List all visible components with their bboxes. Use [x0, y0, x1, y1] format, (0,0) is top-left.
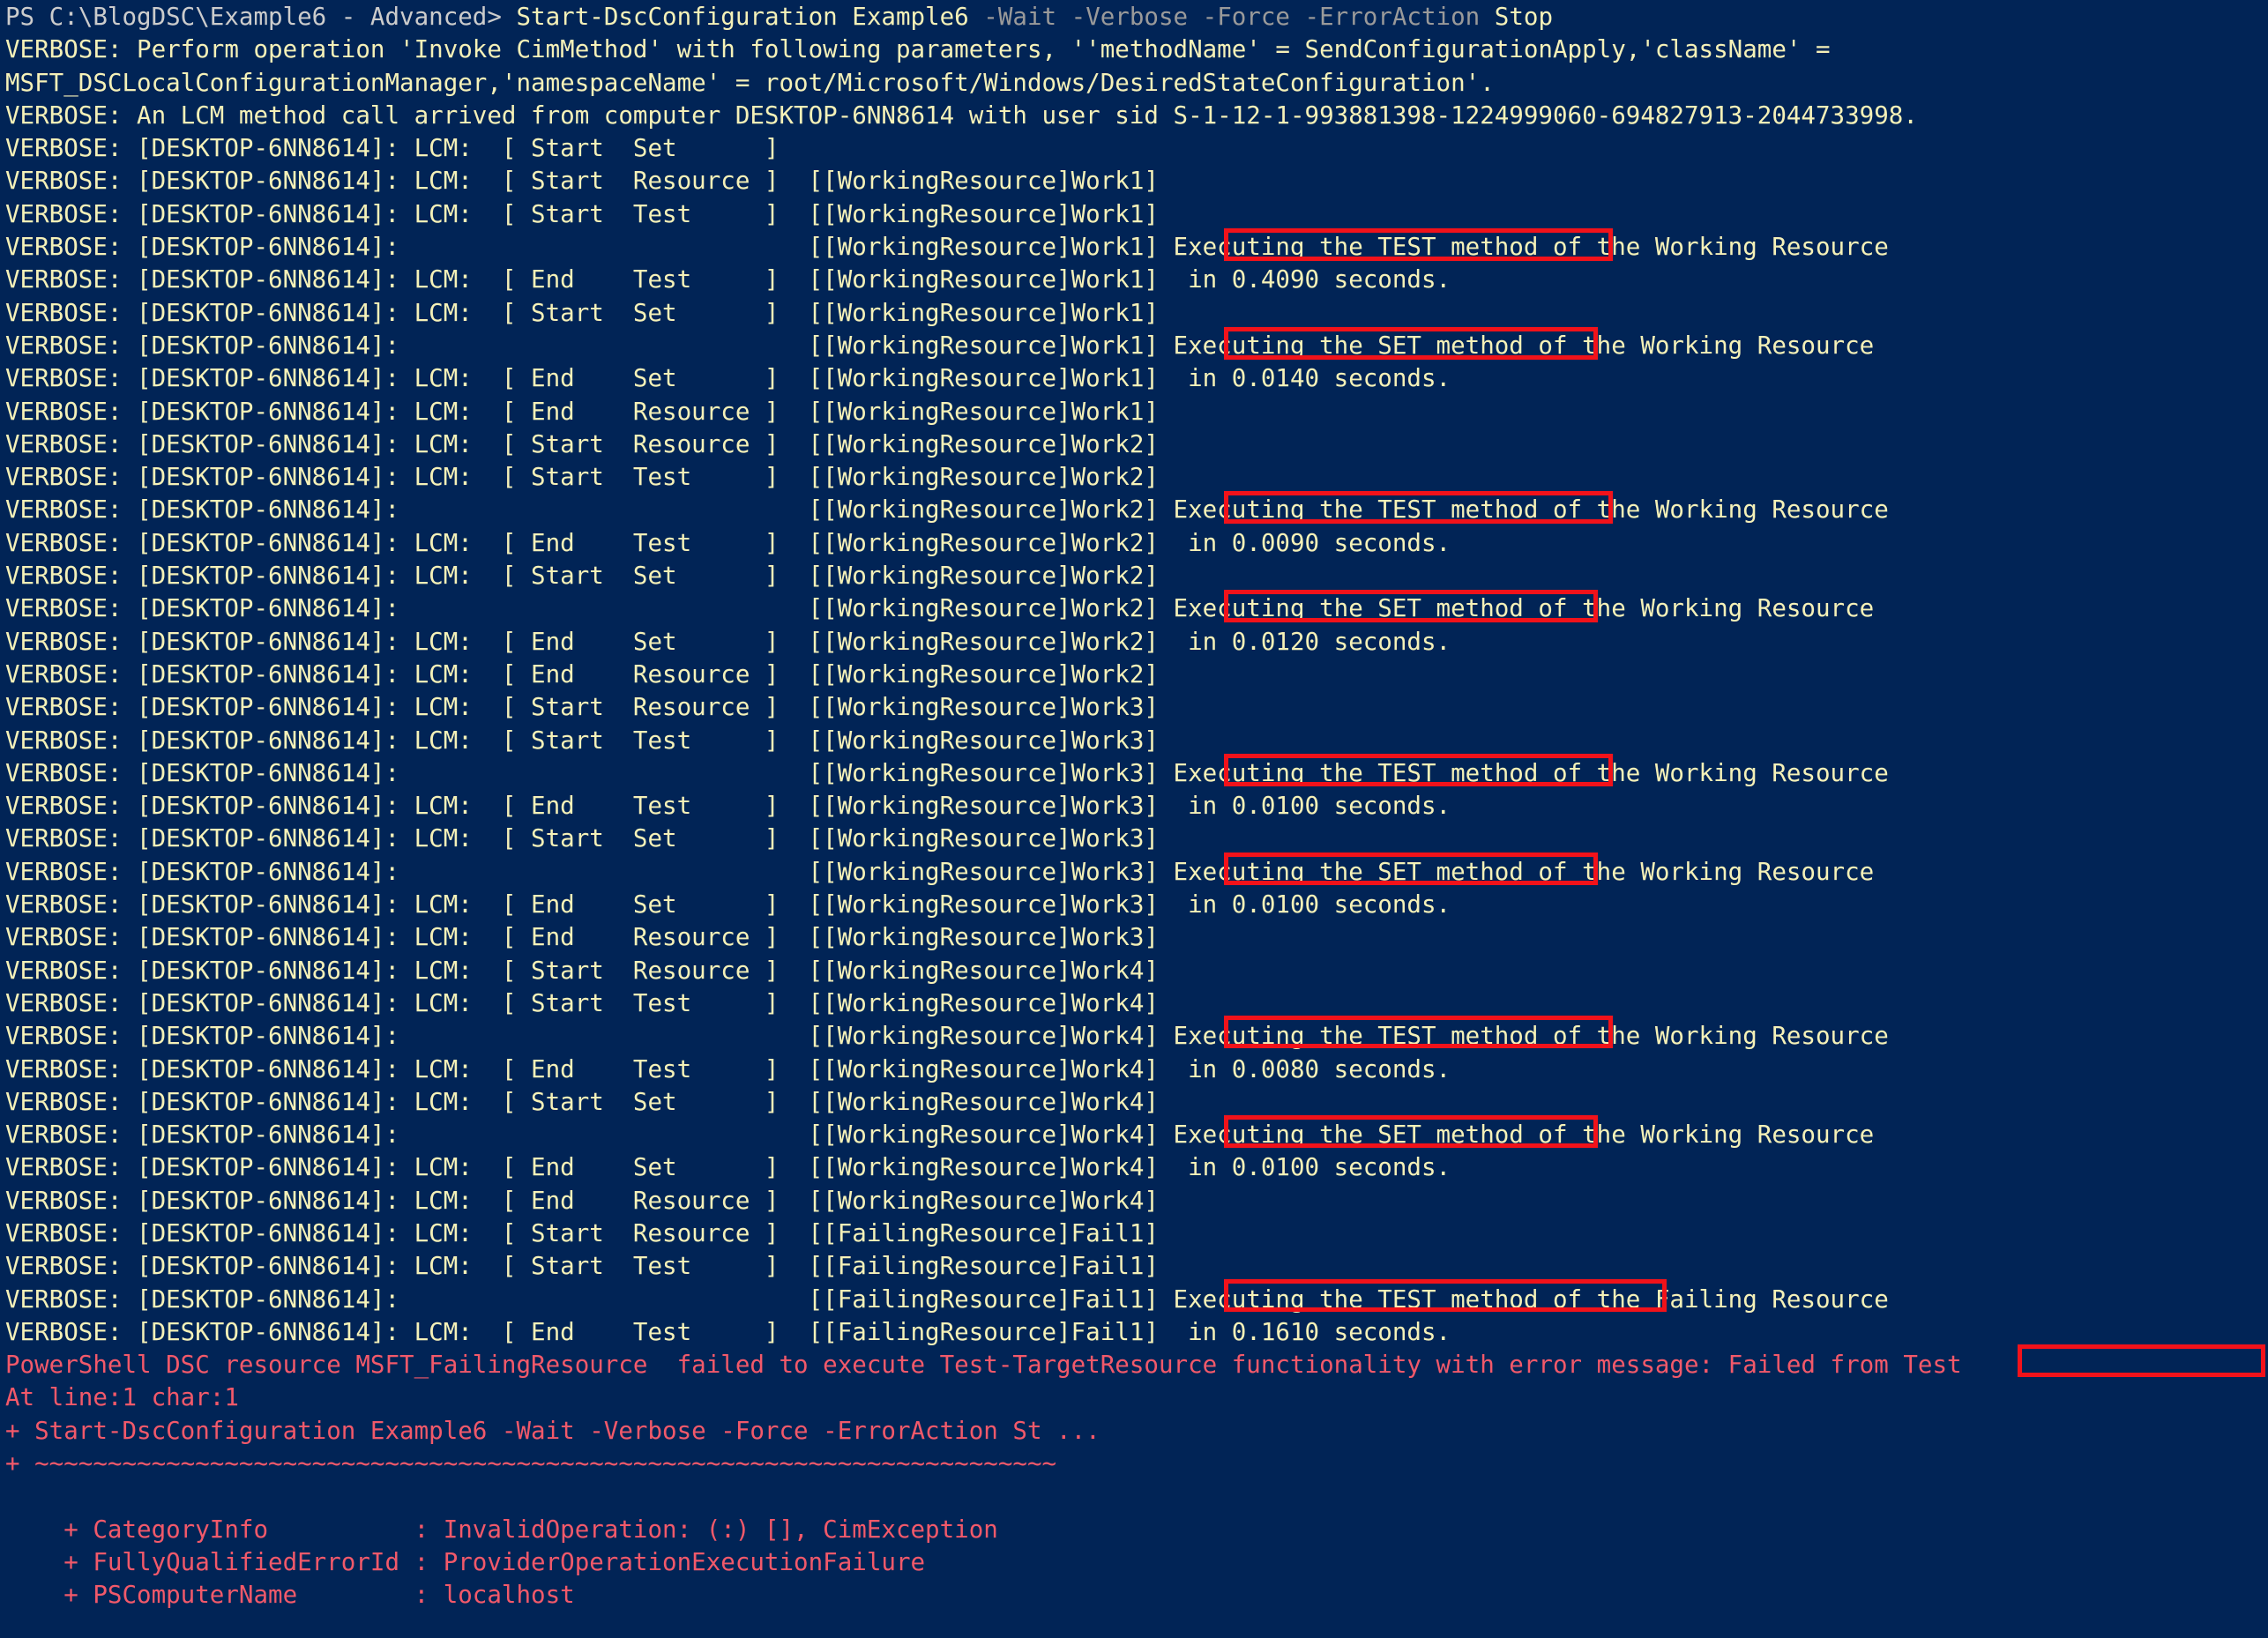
- verbose-output-line: VERBOSE: [DESKTOP-6NN8614]: LCM: [ End T…: [5, 1317, 1451, 1346]
- verbose-output-line: VERBOSE: An LCM method call arrived from…: [5, 101, 1918, 130]
- command-name: Start-DscConfiguration Example6: [516, 3, 984, 31]
- verbose-output-line: VERBOSE: [DESKTOP-6NN8614]: LCM: [ Start…: [5, 693, 1159, 722]
- verbose-output-line: VERBOSE: [DESKTOP-6NN8614]: [[WorkingRes…: [5, 594, 1875, 623]
- error-output-line: + FullyQualifiedErrorId : ProviderOperat…: [5, 1547, 926, 1576]
- verbose-output-line: VERBOSE: [DESKTOP-6NN8614]: [[WorkingRes…: [5, 857, 1875, 886]
- verbose-output-line: VERBOSE: [DESKTOP-6NN8614]: LCM: [ Start…: [5, 726, 1159, 755]
- error-output-line: + Start-DscConfiguration Example6 -Wait …: [5, 1416, 1100, 1445]
- verbose-output-line: VERBOSE: [DESKTOP-6NN8614]: LCM: [ Start…: [5, 199, 1159, 228]
- command-parameters: -Wait -Verbose -Force -ErrorAction: [983, 3, 1495, 31]
- verbose-output-line: VERBOSE: [DESKTOP-6NN8614]: LCM: [ End S…: [5, 627, 1451, 656]
- prompt-command-line: PS C:\BlogDSC\Example6 - Advanced> Start…: [5, 1, 2268, 34]
- verbose-output-line: VERBOSE: [DESKTOP-6NN8614]: LCM: [ Start…: [5, 988, 1159, 1017]
- verbose-output-line: VERBOSE: [DESKTOP-6NN8614]: LCM: [ Start…: [5, 1218, 1159, 1247]
- verbose-output-line: VERBOSE: [DESKTOP-6NN8614]: LCM: [ End T…: [5, 528, 1451, 557]
- verbose-output-line: VERBOSE: [DESKTOP-6NN8614]: LCM: [ Start…: [5, 824, 1159, 853]
- verbose-output-line: VERBOSE: [DESKTOP-6NN8614]: LCM: [ Start…: [5, 1087, 1159, 1116]
- verbose-output-line: VERBOSE: [DESKTOP-6NN8614]: [[WorkingRes…: [5, 331, 1875, 360]
- verbose-output-line: MSFT_DSCLocalConfigurationManager,'names…: [5, 68, 1495, 97]
- verbose-output-line: VERBOSE: [DESKTOP-6NN8614]: LCM: [ End S…: [5, 364, 1451, 393]
- verbose-output-line: VERBOSE: [DESKTOP-6NN8614]: LCM: [ Start…: [5, 1252, 1159, 1281]
- error-output-line: + ~~~~~~~~~~~~~~~~~~~~~~~~~~~~~~~~~~~~~~…: [5, 1449, 1057, 1478]
- verbose-output-line: VERBOSE: [DESKTOP-6NN8614]: [[FailingRes…: [5, 1284, 1889, 1314]
- verbose-output-line: VERBOSE: [DESKTOP-6NN8614]: LCM: [ Start…: [5, 298, 1159, 327]
- verbose-output-line: VERBOSE: [DESKTOP-6NN8614]: LCM: [ End R…: [5, 1186, 1159, 1215]
- prompt-path: PS C:\BlogDSC\Example6 - Advanced>: [5, 3, 517, 31]
- verbose-output-line: VERBOSE: [DESKTOP-6NN8614]: LCM: [ Start…: [5, 429, 1159, 458]
- error-output-line: + CategoryInfo : InvalidOperation: (:) […: [5, 1515, 998, 1544]
- verbose-output-line: VERBOSE: [DESKTOP-6NN8614]: LCM: [ End T…: [5, 265, 1451, 294]
- verbose-output-line: VERBOSE: [DESKTOP-6NN8614]: LCM: [ End R…: [5, 923, 1159, 952]
- verbose-output-line: VERBOSE: [DESKTOP-6NN8614]: [[WorkingRes…: [5, 495, 1889, 525]
- error-output-line: PowerShell DSC resource MSFT_FailingReso…: [5, 1351, 1962, 1380]
- verbose-output-line: VERBOSE: [DESKTOP-6NN8614]: [[WorkingRes…: [5, 1022, 1889, 1051]
- verbose-output-line: VERBOSE: [DESKTOP-6NN8614]: LCM: [ Start…: [5, 956, 1159, 985]
- verbose-output-line: VERBOSE: [DESKTOP-6NN8614]: LCM: [ End R…: [5, 397, 1159, 426]
- error-output-line: At line:1 char:1: [5, 1383, 239, 1412]
- verbose-output-line: VERBOSE: [DESKTOP-6NN8614]: LCM: [ Start…: [5, 167, 1159, 196]
- error-output-line: + PSComputerName : localhost: [5, 1581, 575, 1610]
- verbose-output-line: VERBOSE: Perform operation 'Invoke CimMe…: [5, 35, 1831, 64]
- verbose-output-line: VERBOSE: [DESKTOP-6NN8614]: LCM: [ End T…: [5, 1054, 1451, 1083]
- console-output: PS C:\BlogDSC\Example6 - Advanced> Start…: [5, 1, 2268, 1638]
- verbose-output-line: VERBOSE: [DESKTOP-6NN8614]: LCM: [ Start…: [5, 562, 1159, 591]
- verbose-output-line: VERBOSE: [DESKTOP-6NN8614]: [[WorkingRes…: [5, 758, 1889, 787]
- verbose-output-line: VERBOSE: [DESKTOP-6NN8614]: LCM: [ End R…: [5, 659, 1159, 689]
- verbose-output-line: VERBOSE: [DESKTOP-6NN8614]: LCM: [ Start…: [5, 463, 1159, 492]
- verbose-output-line: VERBOSE: [DESKTOP-6NN8614]: LCM: [ End S…: [5, 890, 1451, 920]
- verbose-output-line: VERBOSE: [DESKTOP-6NN8614]: [[WorkingRes…: [5, 233, 1889, 262]
- verbose-output-line: VERBOSE: [DESKTOP-6NN8614]: LCM: [ End T…: [5, 792, 1451, 821]
- error-action-value: Stop: [1494, 3, 1554, 31]
- verbose-output-line: VERBOSE: [DESKTOP-6NN8614]: [[WorkingRes…: [5, 1121, 1875, 1150]
- verbose-output-line: VERBOSE: [DESKTOP-6NN8614]: LCM: [ End S…: [5, 1153, 1451, 1182]
- powershell-console-window[interactable]: PS C:\BlogDSC\Example6 - Advanced> Start…: [0, 0, 2268, 1638]
- verbose-output-line: VERBOSE: [DESKTOP-6NN8614]: LCM: [ Start…: [5, 134, 780, 163]
